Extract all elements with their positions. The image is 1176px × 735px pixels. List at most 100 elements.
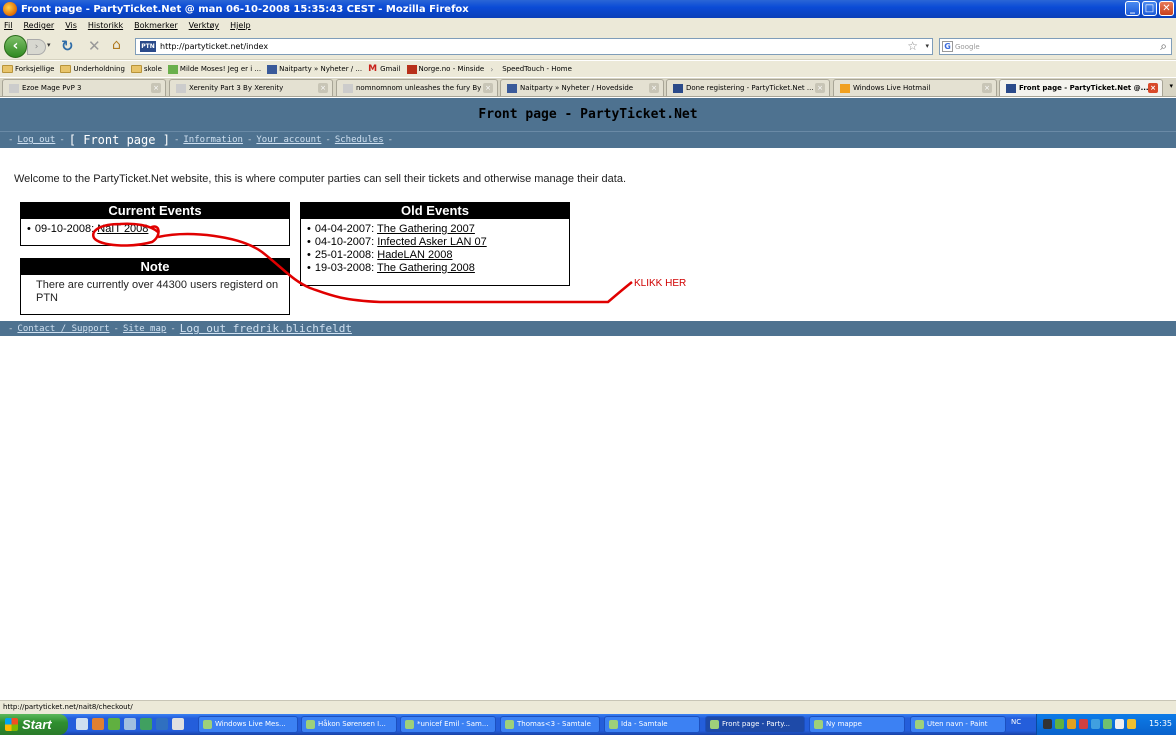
taskbar-item-unicef[interactable]: *unicef Emil - Sam... [400, 716, 496, 733]
event-link-gathering-2008[interactable]: The Gathering 2008 [377, 262, 475, 274]
tab-done-registering[interactable]: Done registering - PartyTicket.Net ... × [666, 79, 830, 96]
taskbar-item-thomas[interactable]: Thomas<3 - Samtale [500, 716, 600, 733]
tab-xerenity[interactable]: Xerenity Part 3 By Xerenity × [169, 79, 333, 96]
reload-button[interactable]: ↻ [61, 37, 74, 55]
volume-icon[interactable] [1115, 719, 1124, 729]
information-link[interactable]: Information [183, 135, 243, 145]
language-indicator[interactable]: NC [1011, 718, 1021, 726]
quick-launch-icon[interactable] [124, 718, 136, 730]
event-link-infected-asker[interactable]: Infected Asker LAN 07 [377, 236, 486, 248]
tray-icon[interactable] [1127, 719, 1136, 729]
bookmark-norge[interactable]: Norge.no - Minside [406, 64, 484, 74]
url-text[interactable]: http://partyticket.net/index [160, 42, 268, 51]
close-window-button[interactable]: ✕ [1159, 1, 1174, 16]
menu-bookmarks[interactable]: Bokmerker [134, 21, 178, 30]
page-footer: - Contact / Support - Site map - Log out… [0, 321, 1176, 336]
windows-taskbar: Start Windows Live Mes... Håkon Sørensen… [0, 714, 1176, 735]
menu-tools[interactable]: Verktøy [189, 21, 219, 30]
tab-ezoe-mage[interactable]: Ezoe Mage PvP 3 × [2, 79, 166, 96]
taskbar-item-paint[interactable]: Uten navn - Paint [910, 716, 1006, 733]
logout-link[interactable]: Log out [17, 135, 55, 145]
bookmark-gmail[interactable]: M Gmail [368, 64, 400, 74]
menu-view[interactable]: Vis [65, 21, 77, 30]
bookmark-star-icon[interactable]: ☆ [907, 39, 918, 54]
tab-close-icon[interactable]: × [815, 83, 825, 93]
bookmark-milde-moses[interactable]: Milde Moses! Jeg er i ... [167, 64, 261, 74]
tab-close-icon[interactable]: × [151, 83, 161, 93]
page-navigation: - Log out - [ Front page ] - Information… [0, 131, 1176, 148]
taskbar-item-messenger[interactable]: Windows Live Mes... [198, 716, 298, 733]
tabs-list-icon[interactable]: ▾ [1169, 82, 1173, 90]
tab-close-icon[interactable]: × [318, 83, 328, 93]
stop-button[interactable]: ✕ [88, 37, 101, 55]
bookmark-speedtouch[interactable]: › SpeedTouch - Home [490, 65, 572, 74]
window-titlebar[interactable]: Front page - PartyTicket.Net @ man 06-10… [0, 0, 1176, 18]
schedules-link[interactable]: Schedules [335, 135, 384, 145]
minimize-button[interactable]: _ [1125, 1, 1140, 16]
tray-icon[interactable] [1103, 719, 1112, 729]
contact-support-link[interactable]: Contact / Support [17, 324, 109, 334]
taskbar-item-hakon[interactable]: Håkon Sørensen I... [301, 716, 397, 733]
url-dropdown-icon[interactable]: ▾ [925, 39, 929, 54]
url-bar[interactable]: PTN http://partyticket.net/index ☆ ▾ [135, 38, 933, 55]
search-bar[interactable]: G Google ⌕ [939, 38, 1172, 55]
search-placeholder[interactable]: Google [955, 43, 980, 51]
your-account-link[interactable]: Your account [256, 135, 321, 145]
bookmark-folder-underholdning[interactable]: Underholdning [60, 65, 125, 73]
current-events-box: Current Events 09-10-2008: NaIT 2008 [20, 202, 290, 246]
tab-front-page[interactable]: Front page - PartyTicket.Net @... × [999, 79, 1163, 96]
quick-launch-icon[interactable] [156, 718, 168, 730]
event-link-nait-2008[interactable]: NaIT 2008 [97, 223, 148, 235]
menu-help[interactable]: Hjelp [230, 21, 250, 30]
old-events-title: Old Events [301, 203, 569, 219]
back-button[interactable]: ‹ [4, 35, 27, 58]
quick-launch-icon[interactable] [140, 718, 152, 730]
tray-icon[interactable] [1079, 719, 1088, 729]
menu-file[interactable]: Fil [4, 21, 12, 30]
tab-hotmail[interactable]: Windows Live Hotmail × [833, 79, 997, 96]
network-icon[interactable] [1091, 719, 1100, 729]
show-desktop-icon[interactable] [76, 718, 88, 730]
taskbar-item-front-page[interactable]: Front page - Party... [705, 716, 805, 733]
messenger-tray-icon[interactable] [1055, 719, 1064, 729]
bookmark-naitparty[interactable]: Naitparty » Nyheter / ... [267, 64, 362, 74]
clock: 15:35 [1148, 719, 1172, 728]
site-map-link[interactable]: Site map [123, 324, 166, 334]
youtube-icon [343, 83, 353, 93]
tab-close-icon[interactable]: × [649, 83, 659, 93]
start-button[interactable]: Start [0, 714, 68, 735]
forward-button[interactable]: › [27, 39, 46, 55]
user-logout-link[interactable]: Log out fredrik.blichfeldt [180, 322, 352, 335]
google-engine-icon[interactable]: G [942, 41, 953, 52]
taskbar-item-ny-mappe[interactable]: Ny mappe [809, 716, 905, 733]
maximize-button[interactable]: □ [1142, 1, 1157, 16]
menu-history[interactable]: Historikk [88, 21, 123, 30]
tab-nomnomnom[interactable]: nomnomnom unleashes the fury By ... × [336, 79, 498, 96]
tab-close-icon[interactable]: × [1148, 83, 1158, 93]
stop-icon: ✕ [88, 37, 101, 55]
tab-naitparty[interactable]: Naitparty » Nyheter / Hovedside × [500, 79, 664, 96]
tray-icon[interactable] [1067, 719, 1076, 729]
firefox-icon[interactable] [92, 718, 104, 730]
youtube-icon [9, 83, 19, 93]
event-link-hadelan[interactable]: HadeLAN 2008 [377, 249, 452, 261]
bookmark-folder-forksjellige[interactable]: Forksjellige [2, 65, 54, 73]
tab-close-icon[interactable]: × [483, 83, 493, 93]
tray-icon[interactable] [1043, 719, 1052, 729]
event-link-gathering-2007[interactable]: The Gathering 2007 [377, 223, 475, 235]
search-icon[interactable]: ⌕ [1160, 39, 1167, 54]
menu-edit[interactable]: Rediger [23, 21, 54, 30]
old-events-box: Old Events 04-04-2007: The Gathering 200… [300, 202, 570, 286]
history-dropdown-button[interactable]: ▾ [47, 41, 51, 49]
window-title: Front page - PartyTicket.Net @ man 06-10… [21, 3, 469, 15]
home-button[interactable]: ⌂ [112, 37, 121, 53]
bookmark-folder-skole[interactable]: skole [130, 65, 162, 73]
tab-close-icon[interactable]: × [982, 83, 992, 93]
list-item: 25-01-2008: HadeLAN 2008 [307, 249, 569, 262]
quick-launch-icon[interactable] [172, 718, 184, 730]
taskbar-item-ida[interactable]: Ida - Samtale [604, 716, 700, 733]
folder-icon [130, 65, 142, 73]
messenger-icon[interactable] [108, 718, 120, 730]
status-bar: http://partyticket.net/nait8/checkout/ [0, 700, 1176, 714]
firefox-icon [3, 2, 17, 16]
